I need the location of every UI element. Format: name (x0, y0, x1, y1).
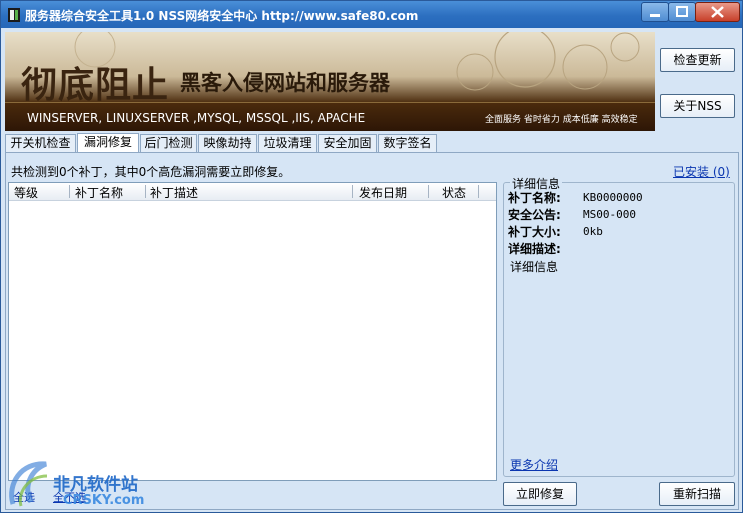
app-icon (7, 7, 21, 23)
banner-headline: 彻底阻止 (21, 64, 170, 106)
description-label: 详细描述: (508, 242, 561, 256)
tab-junk-clean[interactable]: 垃圾清理 (258, 134, 317, 152)
close-button[interactable] (695, 2, 740, 22)
banner-subheadline: 黑客入侵网站和服务器 (180, 71, 390, 95)
check-update-button[interactable]: 检查更新 (660, 48, 735, 72)
watermark-logo: 非凡软件站 CRSKY.com (1, 454, 161, 514)
column-release-date[interactable]: 发布日期 (359, 184, 407, 201)
banner-slogan: 全面服务 省时省力 成本低廉 高效稳定 (485, 115, 638, 125)
close-icon (711, 6, 724, 18)
patch-size-value: 0kb (583, 225, 603, 238)
tab-vuln-fix[interactable]: 漏洞修复 (77, 133, 139, 153)
column-separator[interactable] (352, 185, 353, 198)
maximize-button[interactable] (668, 2, 696, 22)
bulletin-label: 安全公告: (508, 208, 561, 222)
fix-now-button[interactable]: 立即修复 (503, 482, 577, 506)
patch-size-label: 补丁大小: (508, 225, 561, 239)
column-separator[interactable] (145, 185, 146, 198)
tab-boot-check[interactable]: 开关机检查 (5, 134, 76, 152)
column-status[interactable]: 状态 (442, 184, 466, 201)
tab-digital-signature[interactable]: 数字签名 (378, 134, 437, 152)
maximize-icon (676, 6, 688, 17)
column-separator[interactable] (69, 185, 70, 198)
patch-name-value: KB0000000 (583, 191, 643, 204)
patch-list-header: 等级 补丁名称 补丁描述 发布日期 状态 (9, 183, 496, 201)
about-button[interactable]: 关于NSS (660, 94, 735, 118)
column-separator[interactable] (428, 185, 429, 198)
tab-backdoor-detect[interactable]: 后门检测 (140, 134, 197, 152)
bulletin-value: MS00-000 (583, 208, 636, 221)
scan-status-message: 共检测到0个补丁，其中0个高危漏洞需要立即修复。 (11, 165, 291, 179)
patch-list[interactable]: 等级 补丁名称 补丁描述 发布日期 状态 (8, 182, 497, 481)
minimize-button[interactable] (641, 2, 669, 22)
more-info-link[interactable]: 更多介绍 (510, 456, 558, 473)
column-patch-name[interactable]: 补丁名称 (75, 184, 123, 201)
title-bar[interactable]: 服务器综合安全工具1.0 NSS网络安全中心 http://www.safe80… (1, 1, 742, 28)
app-window: 服务器综合安全工具1.0 NSS网络安全中心 http://www.safe80… (0, 0, 743, 513)
tab-image-hijack[interactable]: 映像劫持 (198, 134, 257, 152)
banner-tech-list: WINSERVER, LINUXSERVER ,MYSQL, MSSQL ,II… (27, 111, 366, 125)
tab-hardening[interactable]: 安全加固 (318, 134, 377, 152)
minimize-icon (650, 14, 660, 17)
rescan-button[interactable]: 重新扫描 (659, 482, 735, 506)
description-value: 详细信息 (510, 260, 559, 274)
column-patch-desc[interactable]: 补丁描述 (150, 184, 198, 201)
column-separator[interactable] (478, 185, 479, 198)
column-level[interactable]: 等级 (14, 184, 38, 201)
installed-link[interactable]: 已安装 (0) (673, 163, 730, 180)
watermark-site: CRSKY.com (63, 493, 145, 508)
watermark-name: 非凡软件站 (53, 475, 138, 495)
patch-name-label: 补丁名称: (508, 191, 561, 205)
banner: 彻底阻止 黑客入侵网站和服务器 WINSERVER, LINUXSERVER ,… (5, 32, 655, 131)
window-title: 服务器综合安全工具1.0 NSS网络安全中心 http://www.safe80… (25, 9, 419, 23)
